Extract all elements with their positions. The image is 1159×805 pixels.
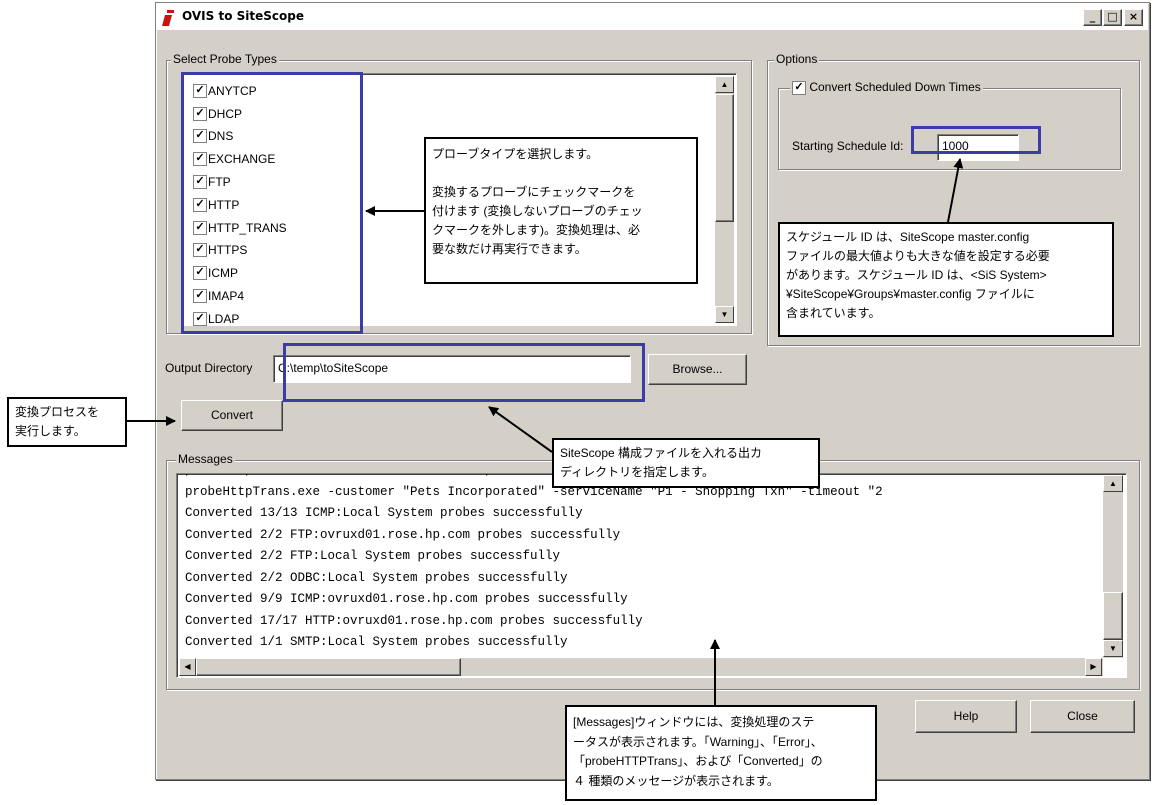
help-button[interactable]: Help bbox=[915, 700, 1017, 733]
messages-scroll-right-icon[interactable]: ▶ bbox=[1085, 658, 1102, 676]
callout-line: ータスが表示されます。「Warning」、「Error」、 bbox=[573, 734, 823, 749]
close-icon: × bbox=[1128, 10, 1139, 23]
callout-line: 変換するプローブにチェックマークを bbox=[432, 185, 636, 199]
convert-scheduled-checkbox[interactable]: ✓ Convert Scheduled Down Times bbox=[790, 80, 983, 95]
minimize-button[interactable]: _ bbox=[1083, 9, 1102, 26]
callout-output-directory: SiteScope 構成ファイルを入れる出カ ディレクトリを指定します。 bbox=[552, 438, 820, 488]
output-directory-highlight bbox=[283, 343, 645, 402]
probe-list-highlight bbox=[181, 72, 363, 334]
convert-button[interactable]: Convert bbox=[181, 400, 283, 431]
options-group-label: Options bbox=[774, 52, 820, 66]
callout-line: スケジュール ID は、SiteScope master.config bbox=[786, 230, 1030, 244]
callout-line: プローブタイプを選択します。 bbox=[432, 147, 599, 161]
minimize-icon: _ bbox=[1089, 10, 1096, 23]
callout-convert: 変換プロセスを 実行します。 bbox=[7, 397, 127, 447]
messages-group-label: Messages bbox=[176, 452, 235, 466]
callout-line: ¥SiteScope¥Groups¥master.config ファイルに bbox=[786, 287, 1035, 301]
callout-probe-select: プローブタイプを選択します。 変換するプローブにチェックマークを 付けます (変換… bbox=[424, 137, 698, 284]
callout-line: があります。スケジュール ID は、<SiS System> bbox=[786, 268, 1047, 282]
message-line: Converted 13/13 ICMP:Local System probes… bbox=[185, 506, 583, 520]
messages-vscroll-thumb[interactable] bbox=[1103, 592, 1123, 640]
callout-line: 実行します。 bbox=[15, 424, 86, 438]
app-logo-icon bbox=[162, 9, 178, 27]
convert-scheduled-label: Convert Scheduled Down Times bbox=[809, 80, 981, 94]
message-line: Converted 9/9 ICMP:ovruxd01.rose.hp.com … bbox=[185, 592, 628, 606]
convert-scheduled-check-icon: ✓ bbox=[792, 80, 806, 95]
probe-scroll-up-icon[interactable]: ▲ bbox=[715, 76, 734, 93]
callout-line: 含まれています。 bbox=[786, 306, 881, 320]
callout-schedule-id: スケジュール ID は、SiteScope master.config ファイルの… bbox=[778, 222, 1114, 337]
probe-scroll-down-icon[interactable]: ▼ bbox=[715, 306, 734, 323]
callout-line: 変換プロセスを bbox=[15, 405, 100, 419]
close-button[interactable]: Close bbox=[1030, 700, 1135, 733]
window-title: OVIS to SiteScope bbox=[182, 9, 304, 23]
message-line: Converted 17/17 HTTP:ovruxd01.rose.hp.co… bbox=[185, 613, 643, 628]
callout-line: 付けます (変換しないプローブのチェッ bbox=[432, 204, 643, 218]
messages-scroll-left-icon[interactable]: ◀ bbox=[179, 658, 196, 676]
callout-line: クマークを外します)。変換処理は、必 bbox=[432, 223, 640, 237]
callout-line: 「probeHTTPTrans」、および「Converted」の bbox=[573, 754, 823, 768]
maximize-icon: □ bbox=[1107, 10, 1118, 23]
message-line: Converted 1/1 SMTP:Local System probes s… bbox=[185, 635, 568, 649]
callout-line: ファイルの最大値よりも大きな値を設定する必要 bbox=[786, 249, 1050, 263]
probe-scroll-thumb[interactable] bbox=[715, 94, 734, 222]
messages-scroll-down-icon[interactable]: ▼ bbox=[1103, 640, 1123, 657]
browse-button[interactable]: Browse... bbox=[648, 354, 747, 385]
callout-line: SiteScope 構成ファイルを入れる出カ bbox=[560, 446, 763, 460]
close-window-button[interactable]: × bbox=[1124, 9, 1143, 26]
starting-schedule-label: Starting Schedule Id: bbox=[792, 139, 904, 153]
callout-line: ４ 種類のメッセージが表示されます。 bbox=[573, 773, 779, 788]
callout-line bbox=[432, 164, 690, 183]
callout-line: [Messages]ウィンドウには、変換処理のステ bbox=[573, 715, 815, 729]
title-bar[interactable] bbox=[157, 4, 1148, 30]
output-directory-label: Output Directory bbox=[165, 361, 253, 375]
callout-line: ディレクトリを指定します。 bbox=[560, 465, 714, 479]
schedule-id-highlight bbox=[911, 126, 1041, 154]
messages-hscroll-thumb[interactable] bbox=[196, 658, 461, 676]
maximize-button[interactable]: □ bbox=[1103, 9, 1122, 26]
messages-scroll-up-icon[interactable]: ▲ bbox=[1103, 475, 1123, 492]
message-line: Converted 2/2 FTP:ovruxd01.rose.hp.com p… bbox=[185, 527, 621, 542]
message-line: Converted 2/2 ODBC:Local System probes s… bbox=[185, 570, 568, 585]
callout-line: 要な数だけ再実行できます。 bbox=[432, 242, 587, 256]
probe-types-group-label: Select Probe Types bbox=[171, 52, 279, 66]
message-line: Converted 2/2 FTP:Local System probes su… bbox=[185, 549, 561, 563]
callout-messages: [Messages]ウィンドウには、変換処理のステ ータスが表示されます。「War… bbox=[565, 705, 877, 801]
messages-log[interactable]: probeHttpTrans.exe -customer "Pets Incor… bbox=[176, 473, 1127, 678]
